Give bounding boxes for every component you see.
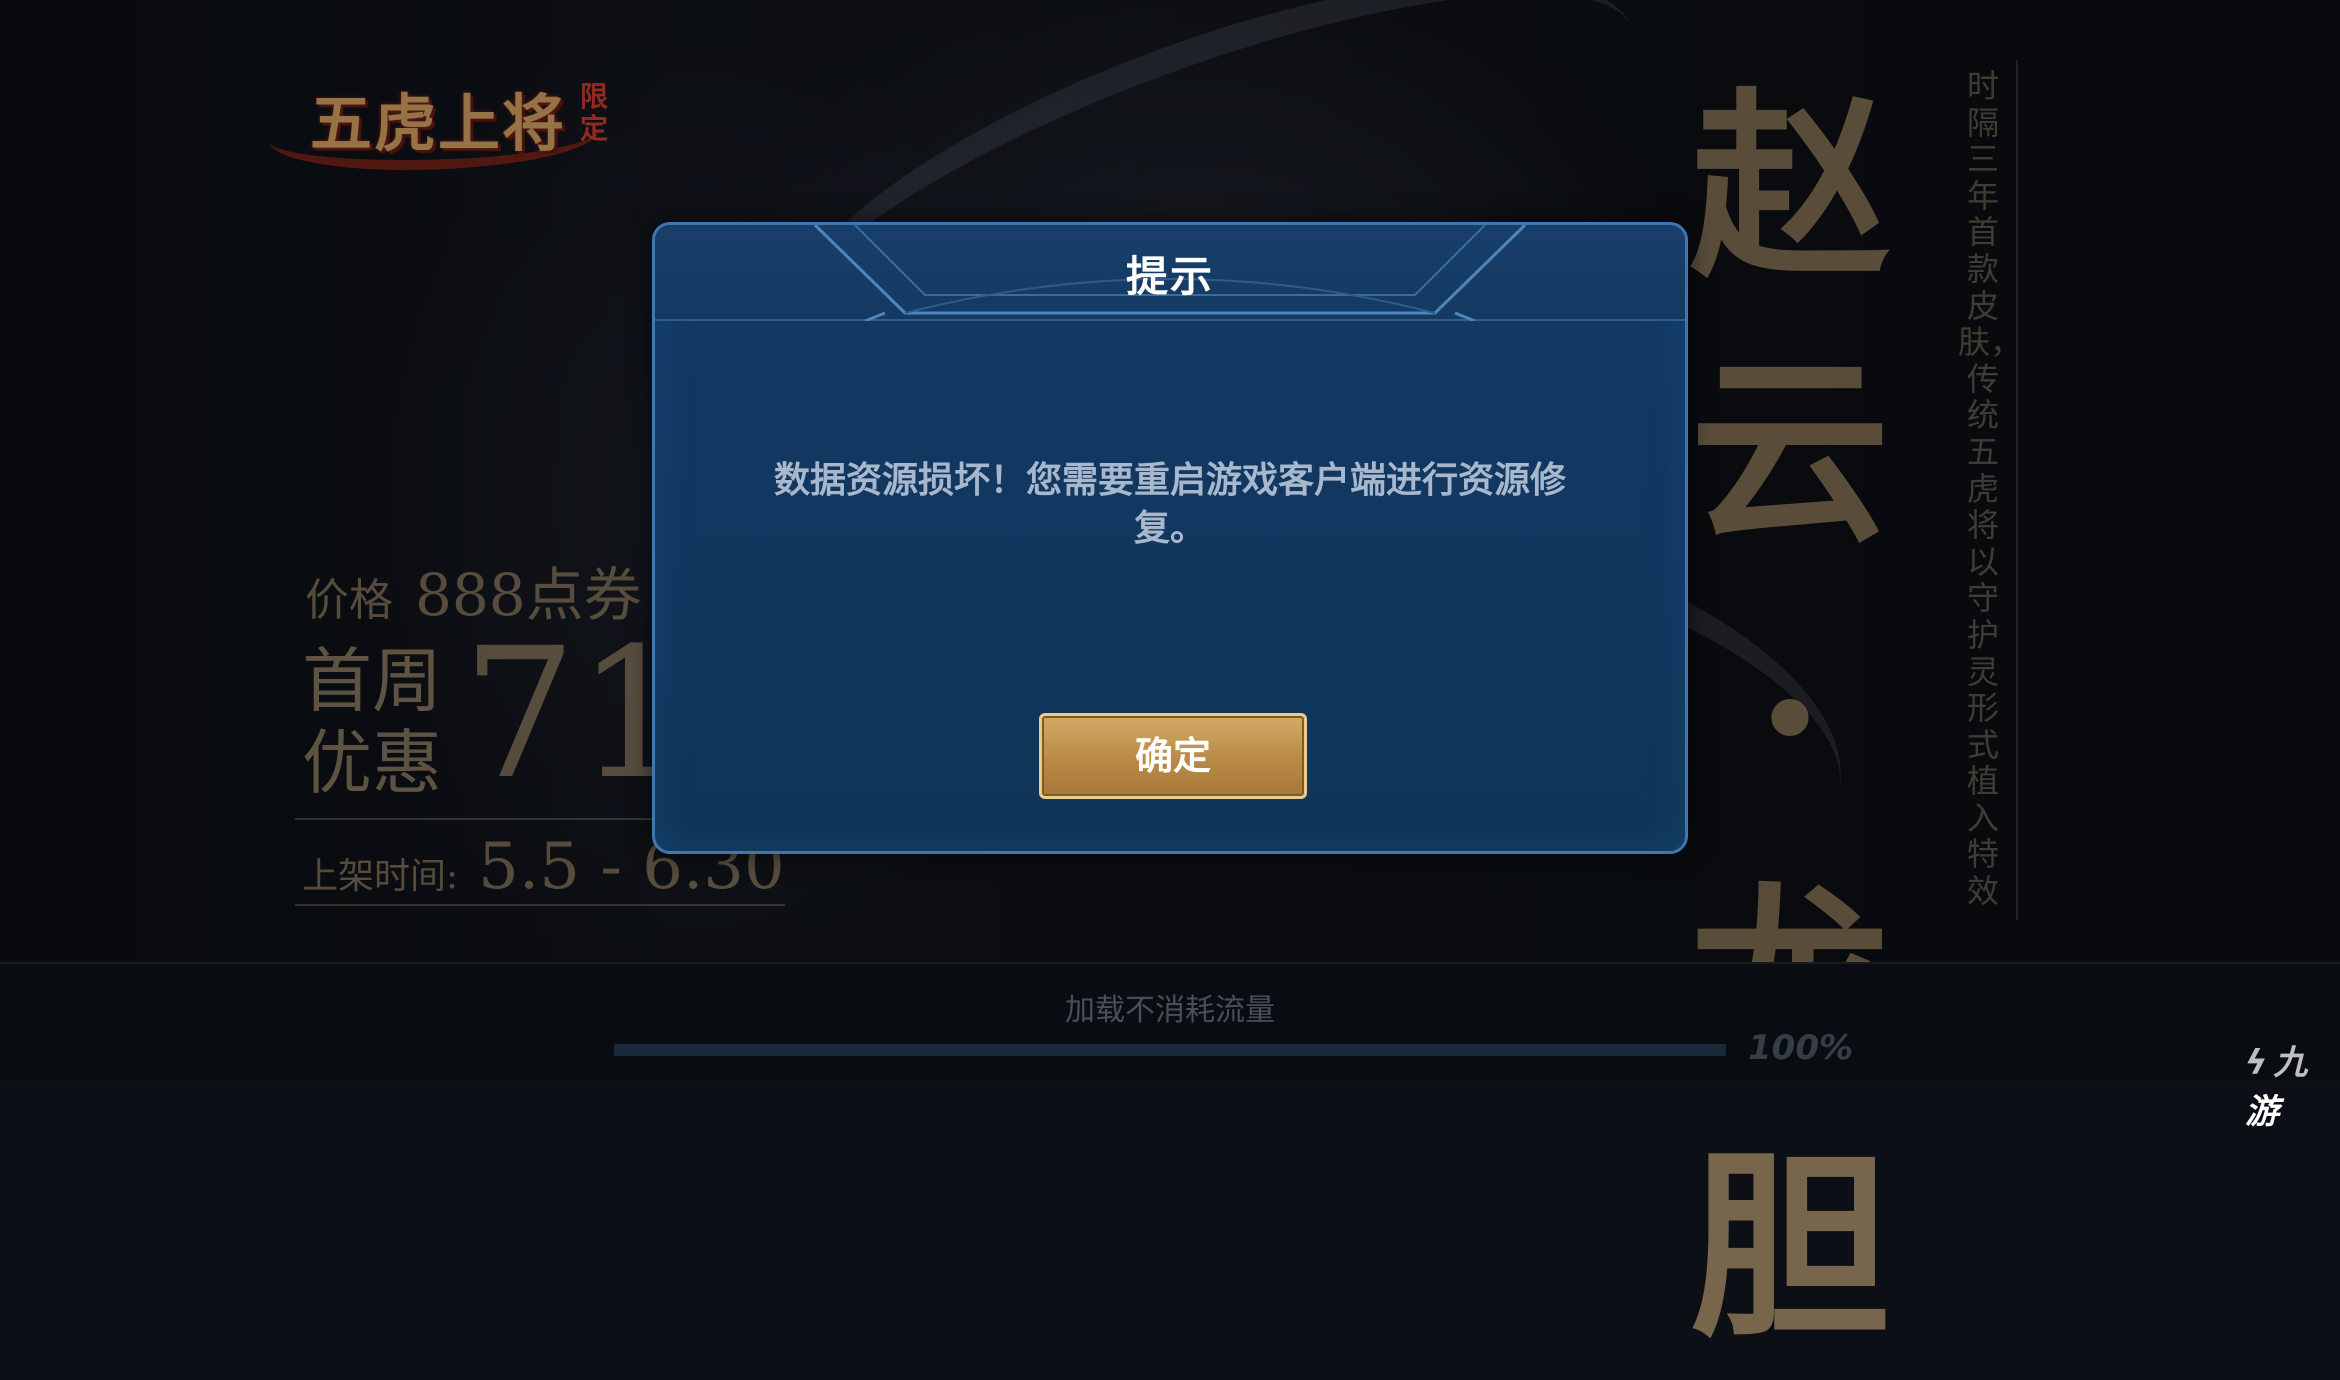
confirm-button[interactable]: 确定 [1039, 713, 1307, 799]
dialog-message: 数据资源损坏！您需要重启游戏客户端进行资源修复。 [773, 460, 1566, 549]
alert-dialog: 提示 数据资源损坏！您需要重启游戏客户端进行资源修复。 确定 [652, 222, 1688, 854]
dialog-title: 提示 [1125, 252, 1214, 301]
